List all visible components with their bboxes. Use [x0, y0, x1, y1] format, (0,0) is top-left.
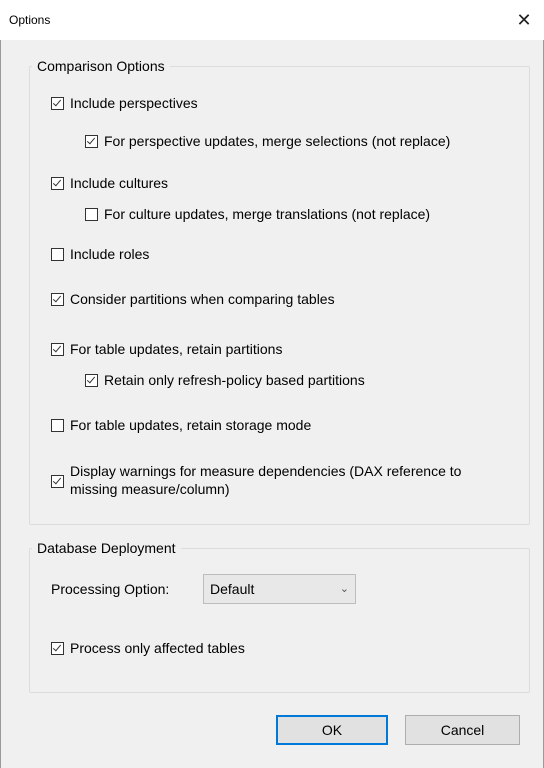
- consider-partitions-checkbox[interactable]: Consider partitions when comparing table…: [51, 290, 335, 308]
- comparison-options-legend: Comparison Options: [37, 58, 165, 74]
- process-affected-tables-checkbox[interactable]: Process only affected tables: [51, 639, 245, 657]
- checkbox-label: Include roles: [70, 246, 150, 262]
- checkbox-box[interactable]: [51, 642, 64, 655]
- checkbox-label: For table updates, retain storage mode: [70, 417, 312, 433]
- checkbox-label: Retain only refresh-policy based partiti…: [104, 372, 365, 388]
- checkbox-box[interactable]: [85, 135, 98, 148]
- checkbox-label: Consider partitions when comparing table…: [70, 291, 335, 307]
- window-border-left: [0, 40, 1, 768]
- culture-merge-checkbox[interactable]: For culture updates, merge translations …: [85, 205, 430, 223]
- processing-option-label: Processing Option:: [51, 581, 170, 597]
- checkbox-box[interactable]: [51, 475, 64, 488]
- checkbox-box[interactable]: [85, 374, 98, 387]
- checkbox-label: For perspective updates, merge selection…: [104, 133, 451, 149]
- checkbox-box[interactable]: [51, 419, 64, 432]
- checkbox-label: Include perspectives: [70, 95, 198, 111]
- window-title: Options: [9, 13, 51, 27]
- ok-button[interactable]: OK: [276, 715, 388, 745]
- cancel-button[interactable]: Cancel: [405, 715, 520, 745]
- include-cultures-checkbox[interactable]: Include cultures: [51, 174, 168, 192]
- checkbox-box[interactable]: [51, 343, 64, 356]
- include-roles-checkbox[interactable]: Include roles: [51, 245, 149, 263]
- display-warnings-checkbox[interactable]: Display warnings for measure dependencie…: [51, 462, 491, 498]
- perspective-merge-checkbox[interactable]: For perspective updates, merge selection…: [85, 132, 450, 150]
- database-deployment-legend: Database Deployment: [37, 540, 176, 556]
- checkbox-label: Display warnings for measure dependencie…: [70, 463, 462, 497]
- chevron-down-icon: ⌄: [339, 583, 349, 595]
- retain-partitions-checkbox[interactable]: For table updates, retain partitions: [51, 340, 282, 358]
- retain-storage-mode-checkbox[interactable]: For table updates, retain storage mode: [51, 416, 311, 434]
- checkbox-box[interactable]: [51, 177, 64, 190]
- ok-button-label: OK: [321, 722, 343, 738]
- checkbox-label: For table updates, retain partitions: [70, 341, 283, 357]
- include-perspectives-checkbox[interactable]: Include perspectives: [51, 94, 198, 112]
- cancel-button-label: Cancel: [440, 722, 485, 738]
- database-deployment-group: Database Deployment: [29, 540, 530, 693]
- checkbox-box[interactable]: [85, 208, 98, 221]
- processing-option-select[interactable]: Default ⌄: [203, 574, 356, 604]
- checkbox-label: For culture updates, merge translations …: [104, 206, 431, 222]
- title-bar: Options ✕: [0, 0, 544, 40]
- checkbox-box[interactable]: [51, 248, 64, 261]
- retain-refresh-policy-checkbox[interactable]: Retain only refresh-policy based partiti…: [85, 371, 365, 389]
- processing-option-value: Default: [210, 581, 255, 597]
- close-button[interactable]: ✕: [512, 8, 536, 32]
- close-icon: ✕: [516, 9, 532, 30]
- checkbox-label: Include cultures: [70, 175, 169, 191]
- checkbox-label: Process only affected tables: [70, 640, 245, 656]
- checkbox-box[interactable]: [51, 97, 64, 110]
- checkbox-box[interactable]: [51, 293, 64, 306]
